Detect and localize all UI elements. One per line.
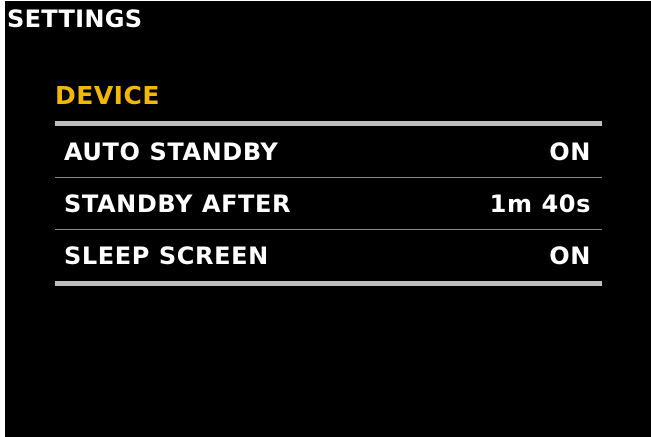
setting-label: STANDBY AFTER [64, 189, 292, 218]
settings-list: AUTO STANDBY ON STANDBY AFTER 1m 40s SLE… [55, 126, 602, 281]
setting-label: SLEEP SCREEN [64, 241, 269, 270]
section-title: DEVICE [55, 81, 160, 110]
setting-value: 1m 40s [489, 189, 591, 218]
setting-row-sleep-screen[interactable]: SLEEP SCREEN ON [55, 230, 602, 281]
setting-label: AUTO STANDBY [64, 137, 279, 166]
device-settings-section: DEVICE AUTO STANDBY ON STANDBY AFTER 1m … [55, 79, 602, 286]
setting-value: ON [549, 241, 591, 270]
section-bottom-divider [55, 281, 602, 286]
setting-row-standby-after[interactable]: STANDBY AFTER 1m 40s [55, 178, 602, 230]
device-screen: SETTINGS DEVICE AUTO STANDBY ON STANDBY … [5, 1, 651, 437]
screen-title: SETTINGS [7, 5, 143, 33]
setting-value: ON [549, 137, 591, 166]
setting-row-auto-standby[interactable]: AUTO STANDBY ON [55, 126, 602, 178]
